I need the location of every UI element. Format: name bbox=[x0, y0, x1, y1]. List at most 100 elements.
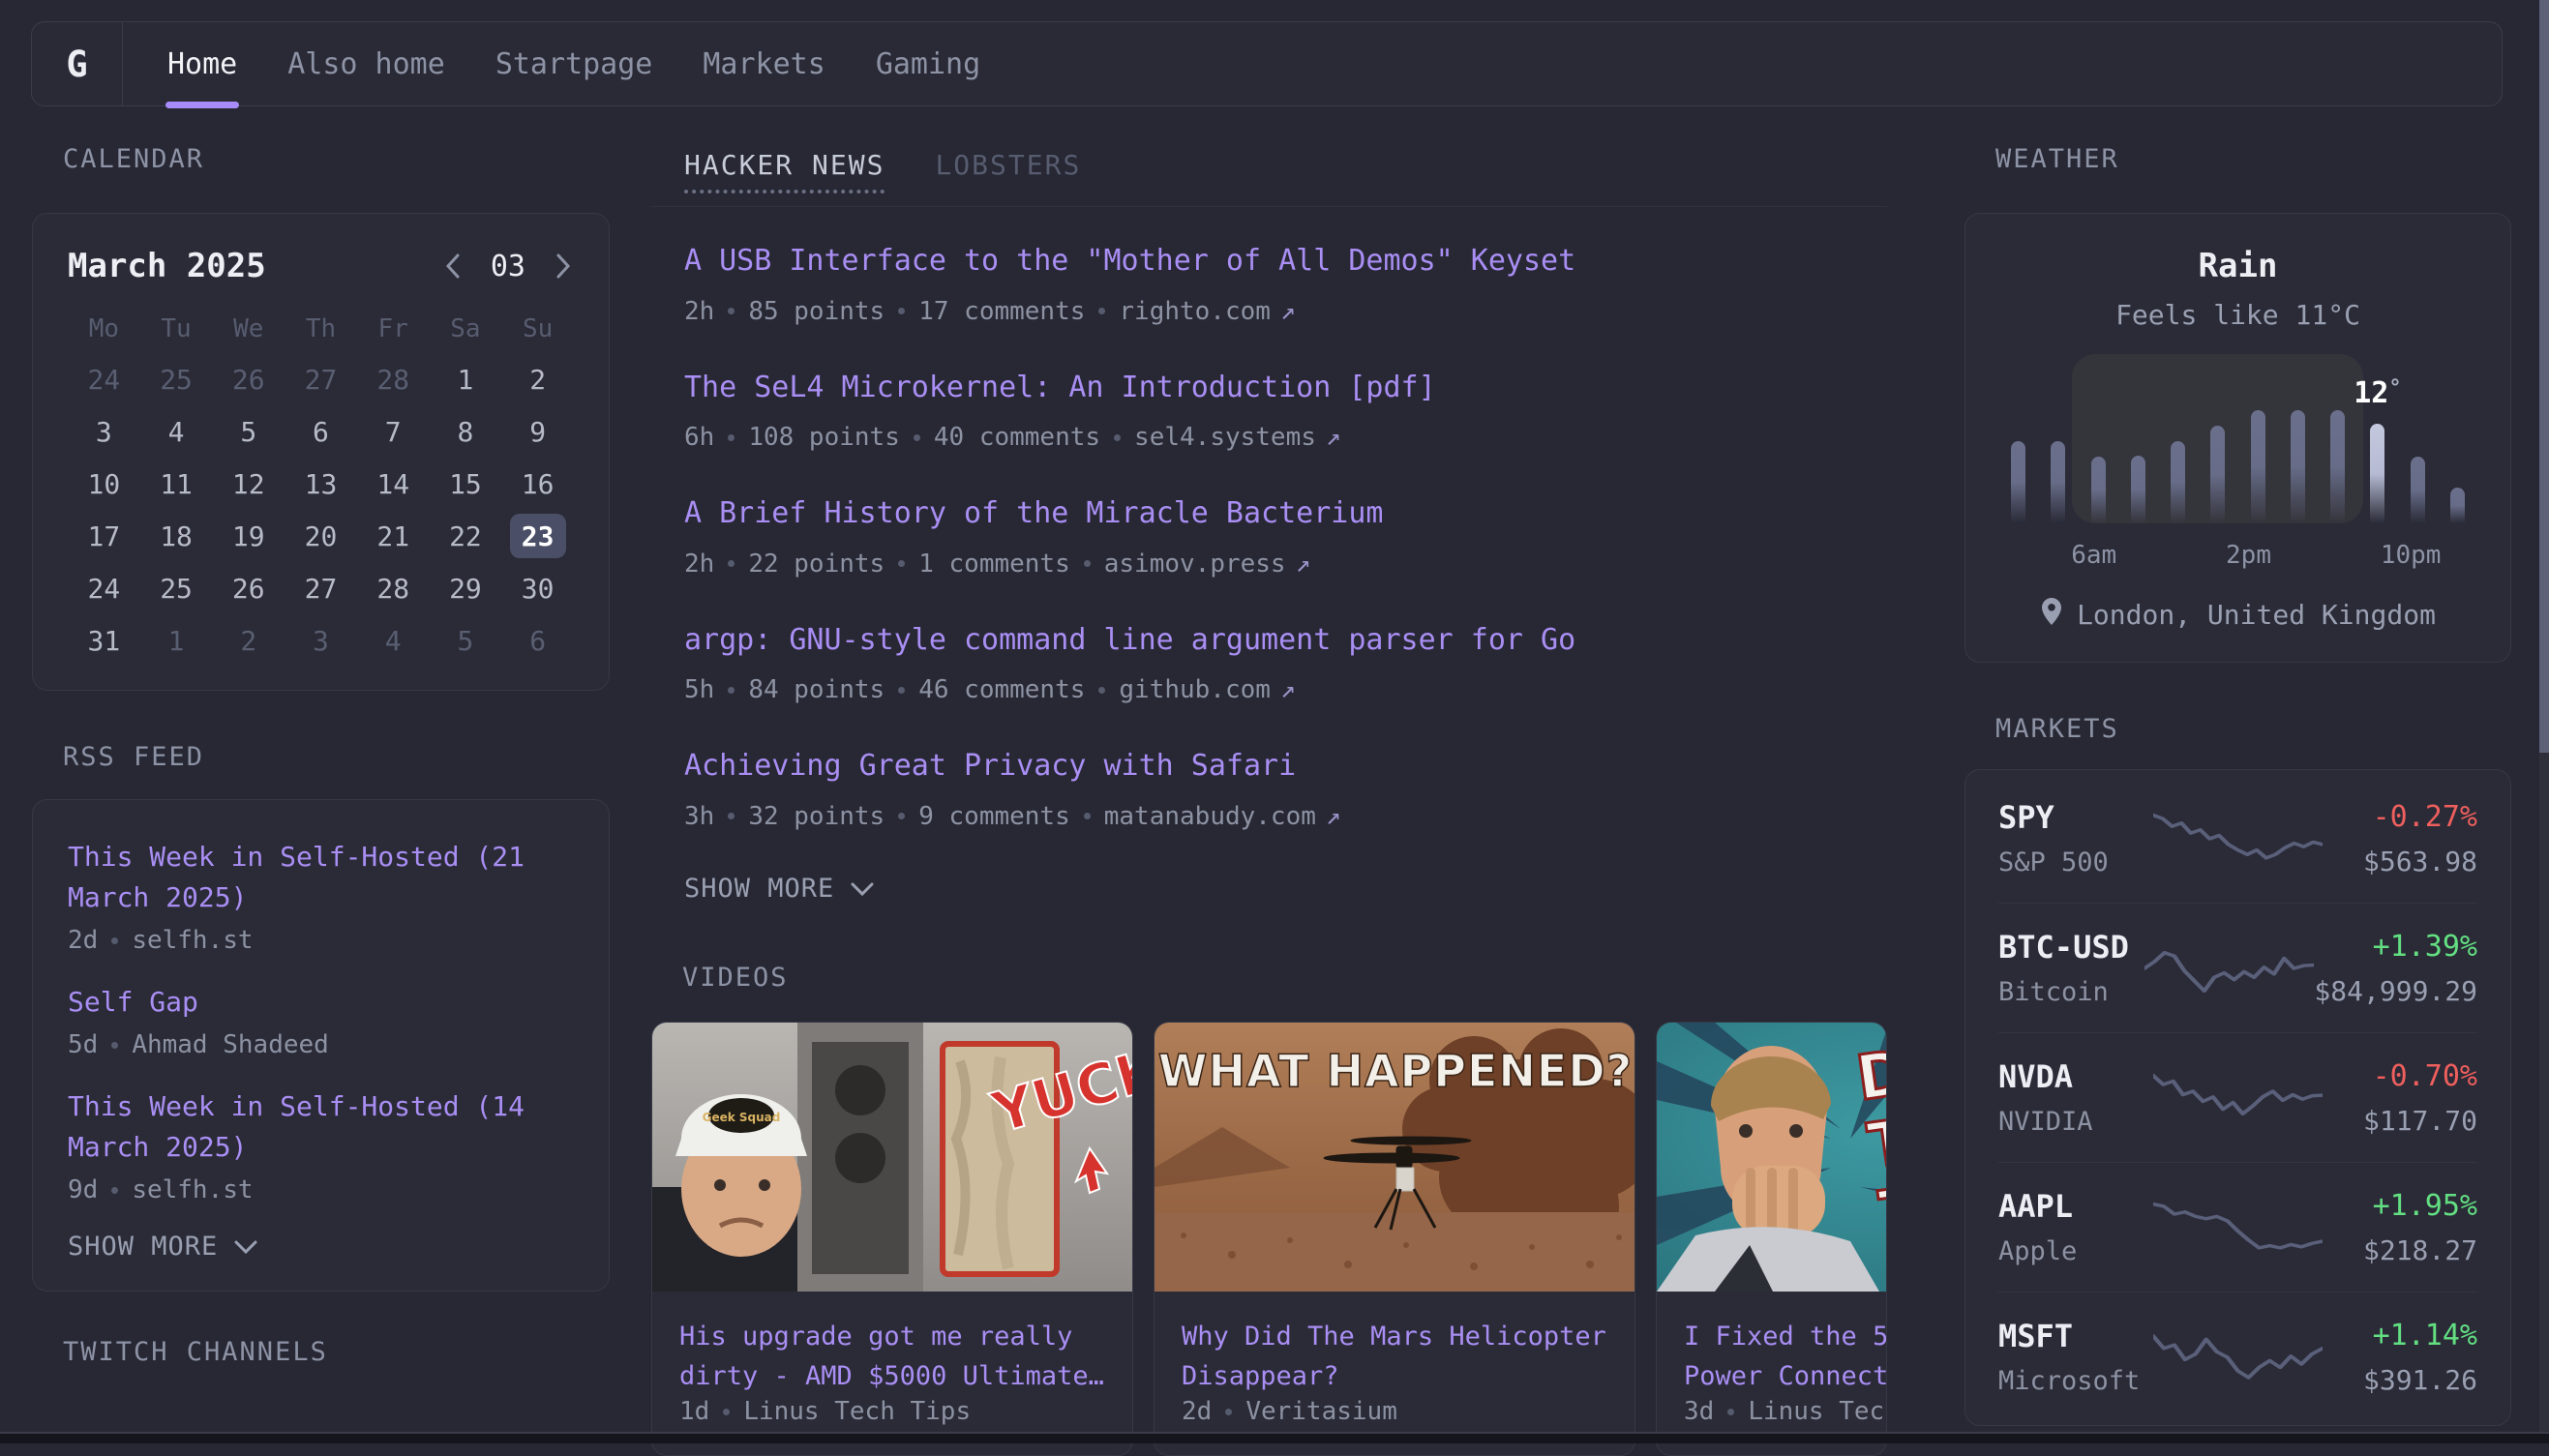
video-thumbnail-image: DO TH T bbox=[1657, 1023, 1886, 1292]
market-row[interactable]: AAPLApple+1.95%$218.27 bbox=[1998, 1162, 2477, 1292]
dot-separator bbox=[111, 937, 118, 944]
market-price: $117.70 bbox=[2323, 1105, 2477, 1137]
news-item-title[interactable]: A Brief History of the Miracle Bacterium bbox=[684, 494, 1887, 534]
news-item: Achieving Great Privacy with Safari3h32 … bbox=[684, 747, 1887, 831]
market-ticker: BTC-USD bbox=[1998, 929, 2144, 966]
dot-separator bbox=[898, 560, 905, 567]
dot-separator bbox=[728, 560, 735, 567]
news-item-title[interactable]: Achieving Great Privacy with Safari bbox=[684, 747, 1887, 787]
news-tab-hacker-news[interactable]: HACKER NEWS bbox=[684, 149, 885, 181]
markets-section-header: MARKETS bbox=[1964, 715, 2511, 744]
video-meta: 2dVeritasium bbox=[1182, 1397, 1607, 1426]
news-item-meta: 6h108 points40 commentssel4.systems↗ bbox=[684, 423, 1887, 452]
video-card[interactable]: WHAT HAPPENED? Why Did The Mars Helicopt… bbox=[1154, 1022, 1635, 1456]
calendar-day: 11 bbox=[148, 461, 204, 506]
news-item-source-link[interactable]: righto.com bbox=[1119, 297, 1271, 326]
scrollbar-thumb[interactable] bbox=[2539, 0, 2549, 753]
weather-time-label: 2pm bbox=[2226, 541, 2271, 570]
calendar-day: 8 bbox=[437, 409, 494, 454]
news-item-meta: 2h85 points17 commentsrighto.com↗ bbox=[684, 297, 1887, 326]
rss-item-title[interactable]: This Week in Self-Hosted (14 March 2025) bbox=[68, 1086, 574, 1168]
video-card[interactable]: DO TH T I Fixed the 5 Power Connect3dLin… bbox=[1656, 1022, 1887, 1456]
weather-time-label bbox=[2035, 541, 2072, 570]
calendar-day: 6 bbox=[292, 409, 348, 454]
dot-separator bbox=[1084, 813, 1091, 819]
dot-separator bbox=[728, 687, 735, 694]
market-right: +1.39%$84,999.29 bbox=[2314, 930, 2477, 1007]
market-name: S&P 500 bbox=[1998, 847, 2153, 877]
calendar-day: 25 bbox=[148, 566, 204, 610]
news-item-source-link[interactable]: github.com bbox=[1119, 675, 1271, 704]
calendar-day: 27 bbox=[292, 357, 348, 401]
news-item-comments: 40 comments bbox=[934, 423, 1100, 452]
weather-time-label bbox=[2116, 541, 2153, 570]
news-show-more-button[interactable]: SHOW MORE bbox=[684, 874, 1887, 904]
news-item-source-link[interactable]: matanabudy.com bbox=[1104, 802, 1316, 831]
dot-separator bbox=[1225, 1409, 1232, 1415]
rss-item-source: selfh.st bbox=[132, 1175, 253, 1204]
market-row[interactable]: NVDANVIDIA-0.70%$117.70 bbox=[1998, 1032, 2477, 1162]
nav-tab-home[interactable]: Home bbox=[167, 22, 237, 105]
rss-show-more-label: SHOW MORE bbox=[68, 1232, 218, 1262]
calendar-next-icon[interactable] bbox=[553, 252, 574, 281]
weather-bar bbox=[2411, 457, 2425, 523]
weather-bar-slot bbox=[2238, 354, 2278, 523]
news-item-title[interactable]: A USB Interface to the "Mother of All De… bbox=[684, 242, 1887, 282]
external-link-icon: ↗ bbox=[1326, 802, 1341, 831]
weather-bar bbox=[2051, 441, 2065, 523]
calendar-day: 26 bbox=[221, 357, 277, 401]
news-item-title[interactable]: argp: GNU-style command line argument pa… bbox=[684, 621, 1887, 661]
rss-item-title[interactable]: This Week in Self-Hosted (21 March 2025) bbox=[68, 837, 574, 918]
calendar-header-row: March 2025 03 bbox=[68, 247, 574, 285]
news-item-source-link[interactable]: asimov.press bbox=[1104, 550, 1286, 579]
calendar-day: 9 bbox=[510, 409, 566, 454]
video-card[interactable]: YUCK Geek Squad His upgrade got me reall… bbox=[651, 1022, 1133, 1456]
video-title: His upgrade got me really dirty - AMD $5… bbox=[679, 1317, 1105, 1398]
weather-feels-like: Feels like 11°C bbox=[1998, 299, 2477, 331]
nav-tab-markets[interactable]: Markets bbox=[703, 22, 825, 105]
rss-list: This Week in Self-Hosted (21 March 2025)… bbox=[68, 837, 574, 1204]
news-item-title[interactable]: The SeL4 Microkernel: An Introduction [p… bbox=[684, 369, 1887, 408]
weather-time-label: 6am bbox=[2071, 541, 2116, 570]
external-link-icon: ↗ bbox=[1280, 297, 1296, 326]
market-row[interactable]: SPYS&P 500-0.27%$563.98 bbox=[1998, 774, 2477, 903]
nav-tab-gaming[interactable]: Gaming bbox=[876, 22, 980, 105]
video-time: 1d bbox=[679, 1397, 709, 1426]
weather-location-row: London, United Kingdom bbox=[1998, 597, 2477, 633]
calendar-day-grid: 2425262728123456789101112131415161718192… bbox=[68, 357, 574, 663]
dot-separator bbox=[728, 813, 735, 819]
news-tab-lobsters[interactable]: LOBSTERS bbox=[935, 149, 1081, 181]
rss-item-title[interactable]: Self Gap bbox=[68, 982, 574, 1023]
news-item-source: sel4.systems↗ bbox=[1134, 423, 1341, 452]
calendar-prev-icon[interactable] bbox=[442, 252, 464, 281]
market-right: +1.14%$391.26 bbox=[2323, 1319, 2477, 1396]
calendar-day: 1 bbox=[148, 618, 204, 663]
market-change: -0.27% bbox=[2323, 800, 2477, 834]
rss-card: This Week in Self-Hosted (21 March 2025)… bbox=[32, 799, 610, 1292]
weather-bar bbox=[2330, 410, 2345, 523]
nav-tab-startpage[interactable]: Startpage bbox=[495, 22, 653, 105]
weather-bar-slot bbox=[2278, 354, 2318, 523]
news-item-meta: 2h22 points1 commentsasimov.press↗ bbox=[684, 550, 1887, 579]
market-price: $218.27 bbox=[2323, 1234, 2477, 1266]
dot-separator bbox=[111, 1187, 118, 1194]
weather-time-label bbox=[2153, 541, 2190, 570]
calendar-day: 24 bbox=[75, 566, 132, 610]
calendar-day: 4 bbox=[365, 618, 421, 663]
news-item-source-link[interactable]: sel4.systems bbox=[1134, 423, 1316, 452]
video-time: 2d bbox=[1182, 1397, 1212, 1426]
rss-show-more-button[interactable]: SHOW MORE bbox=[68, 1232, 574, 1262]
market-row[interactable]: BTC-USDBitcoin+1.39%$84,999.29 bbox=[1998, 903, 2477, 1032]
video-channel: Linus Tech Tips bbox=[743, 1397, 971, 1426]
news-show-more-label: SHOW MORE bbox=[684, 874, 834, 904]
market-price: $84,999.29 bbox=[2314, 975, 2477, 1007]
video-card-body: I Fixed the 5 Power Connect3dLinus Tec bbox=[1657, 1292, 1887, 1456]
rss-item: Self Gap5dAhmad Shadeed bbox=[68, 982, 574, 1059]
dot-separator bbox=[1098, 308, 1105, 314]
market-row[interactable]: MSFTMicrosoft+1.14%$391.26 bbox=[1998, 1292, 2477, 1421]
news-list: A USB Interface to the "Mother of All De… bbox=[651, 242, 1887, 831]
calendar-day: 20 bbox=[292, 514, 348, 558]
nav-tab-also-home[interactable]: Also home bbox=[287, 22, 445, 105]
dot-separator bbox=[723, 1409, 730, 1415]
news-item-time: 3h bbox=[684, 802, 714, 831]
